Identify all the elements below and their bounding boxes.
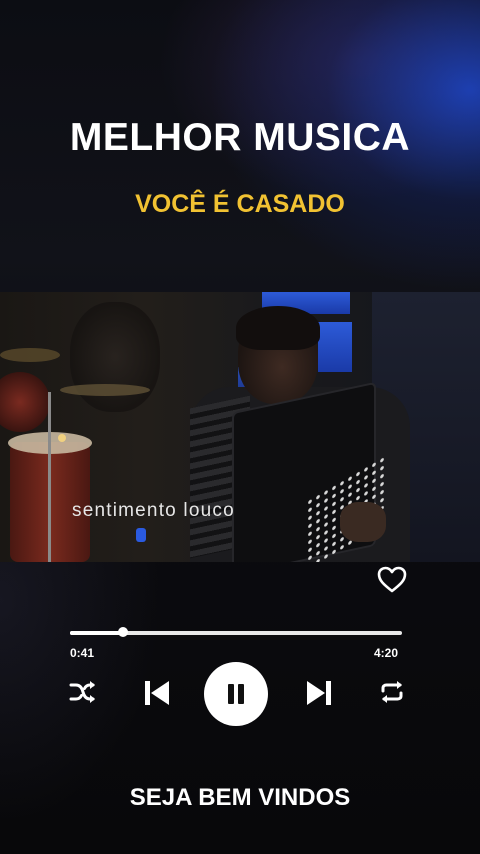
pause-button[interactable]	[204, 662, 268, 726]
previous-icon[interactable]	[143, 678, 171, 713]
shuffle-icon[interactable]	[68, 679, 98, 710]
progress-bar[interactable]	[70, 627, 402, 637]
current-time: 0:41	[70, 646, 95, 660]
performer-hair	[236, 306, 320, 350]
next-icon[interactable]	[305, 678, 333, 713]
stage-light-window	[318, 322, 352, 372]
heart-icon[interactable]	[377, 566, 407, 594]
lyric-overlay: sentimento louco	[72, 500, 235, 521]
cymbal	[0, 348, 60, 362]
welcome-footer: SEJA BEM VINDOS	[129, 784, 351, 811]
page-title: MELHOR MUSICA	[69, 116, 411, 159]
repeat-icon[interactable]	[378, 678, 406, 711]
drum	[0, 372, 50, 432]
cymbal	[60, 384, 150, 396]
pause-icon	[228, 684, 244, 704]
song-title: VOCÊ É CASADO	[135, 190, 345, 218]
stage-light-dot	[58, 434, 66, 442]
progress-fill	[70, 631, 124, 635]
drum-stand	[48, 392, 51, 562]
stage-light-dot	[136, 528, 146, 542]
performer-hand	[340, 502, 386, 542]
total-time: 4:20	[374, 646, 399, 660]
